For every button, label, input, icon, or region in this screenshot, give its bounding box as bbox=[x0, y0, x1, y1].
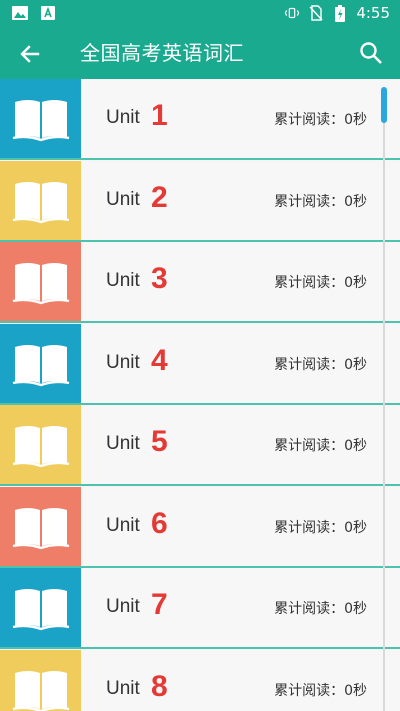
read-time: 累计阅读：0秒 bbox=[274, 601, 367, 617]
book-icon bbox=[0, 405, 81, 484]
status-bar: 4:55 bbox=[0, 0, 400, 27]
unit-number: 2 bbox=[151, 181, 168, 214]
scrollbar-thumb[interactable] bbox=[381, 87, 387, 123]
unit-label: Unit bbox=[106, 596, 140, 617]
book-icon bbox=[0, 568, 81, 647]
unit-row[interactable]: Unit 7 累计阅读：0秒 bbox=[0, 568, 400, 649]
unit-label: Unit bbox=[106, 189, 140, 210]
book-icon bbox=[0, 79, 81, 158]
read-time: 累计阅读：0秒 bbox=[274, 357, 367, 373]
read-time: 累计阅读：0秒 bbox=[274, 520, 367, 536]
unit-label: Unit bbox=[106, 515, 140, 536]
unit-label: Unit bbox=[106, 433, 140, 454]
book-icon bbox=[0, 487, 81, 566]
unit-row[interactable]: Unit 8 累计阅读：0秒 bbox=[0, 650, 400, 711]
read-time: 累计阅读：0秒 bbox=[274, 112, 367, 128]
read-time: 累计阅读：0秒 bbox=[274, 438, 367, 454]
vibrate-icon bbox=[284, 5, 300, 21]
unit-row[interactable]: Unit 5 累计阅读：0秒 bbox=[0, 405, 400, 486]
unit-row[interactable]: Unit 3 累计阅读：0秒 bbox=[0, 242, 400, 323]
status-time: 4:55 bbox=[356, 4, 390, 22]
unit-label: Unit bbox=[106, 107, 140, 128]
unit-number: 4 bbox=[151, 344, 168, 377]
unit-row[interactable]: Unit 6 累计阅读：0秒 bbox=[0, 487, 400, 568]
no-sim-icon bbox=[308, 5, 324, 21]
read-time: 累计阅读：0秒 bbox=[274, 275, 367, 291]
arrow-left-icon[interactable] bbox=[16, 40, 44, 68]
book-icon bbox=[0, 161, 81, 240]
unit-number: 1 bbox=[151, 99, 168, 132]
unit-number: 5 bbox=[151, 425, 168, 458]
battery-charging-icon bbox=[332, 4, 348, 22]
read-time: 累计阅读：0秒 bbox=[274, 683, 367, 699]
search-icon[interactable] bbox=[358, 40, 384, 66]
unit-row[interactable]: Unit 2 累计阅读：0秒 bbox=[0, 161, 400, 242]
unit-label: Unit bbox=[106, 352, 140, 373]
unit-label: Unit bbox=[106, 270, 140, 291]
unit-label: Unit bbox=[106, 678, 140, 699]
unit-number: 8 bbox=[151, 670, 168, 703]
app-bar: 全国高考英语词汇 bbox=[0, 27, 400, 79]
read-time: 累计阅读：0秒 bbox=[274, 194, 367, 210]
unit-row[interactable]: Unit 1 累计阅读：0秒 bbox=[0, 79, 400, 160]
book-icon bbox=[0, 650, 81, 711]
unit-number: 3 bbox=[151, 262, 168, 295]
unit-row[interactable]: Unit 4 累计阅读：0秒 bbox=[0, 324, 400, 405]
book-icon bbox=[0, 242, 81, 321]
text-a-icon bbox=[40, 5, 56, 21]
book-icon bbox=[0, 324, 81, 403]
unit-number: 7 bbox=[151, 588, 168, 621]
scrollbar-track bbox=[383, 87, 385, 711]
image-icon bbox=[12, 5, 28, 21]
unit-number: 6 bbox=[151, 507, 168, 540]
page-title: 全国高考英语词汇 bbox=[80, 41, 244, 65]
unit-list[interactable]: Unit 1 累计阅读：0秒 Unit 2 累计阅读：0秒 Unit 3 累计阅读：0秒 Unit… bbox=[0, 79, 400, 711]
